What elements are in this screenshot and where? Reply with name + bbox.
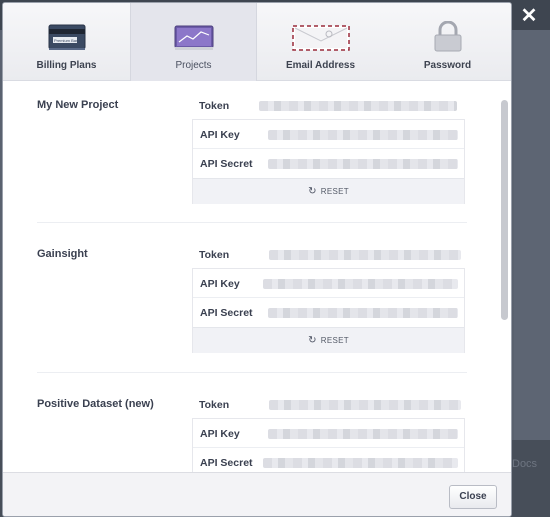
- close-icon[interactable]: ✕: [517, 4, 541, 28]
- project-card: Gainsight Token API Key API Secret ↻ RESE…: [37, 248, 467, 378]
- scrollbar-thumb[interactable]: [501, 100, 508, 320]
- api-credentials-box: API Key API Secret ↻ RESET: [192, 268, 465, 353]
- api-key-value[interactable]: [268, 429, 458, 439]
- api-secret-label: API Secret: [200, 158, 253, 170]
- project-name: My New Project: [37, 99, 119, 111]
- token-value[interactable]: [269, 250, 461, 260]
- background-panel: [514, 30, 550, 440]
- token-label: Token: [199, 249, 230, 261]
- background-docs-link: Docs: [512, 458, 538, 470]
- tab-projects[interactable]: Projects: [130, 3, 257, 81]
- tab-billing-plans-label: Billing Plans: [36, 60, 97, 71]
- api-credentials-box: API Key API Secret: [192, 418, 465, 472]
- api-credentials-box: API Key API Secret ↻ RESET: [192, 119, 465, 204]
- token-value[interactable]: [269, 400, 461, 410]
- api-key-row: API Key: [193, 120, 464, 149]
- reset-button[interactable]: ↻ RESET: [193, 327, 464, 353]
- account-settings-modal: Premium Bank Billing Plans Projects Emai…: [2, 2, 512, 517]
- api-secret-value[interactable]: [263, 458, 458, 468]
- project-name: Gainsight: [37, 248, 88, 260]
- token-label: Token: [199, 100, 230, 112]
- token-label: Token: [199, 399, 230, 411]
- api-secret-value[interactable]: [268, 308, 458, 318]
- api-key-row: API Key: [193, 419, 464, 448]
- api-key-row: API Key: [193, 269, 464, 298]
- api-key-label: API Key: [200, 278, 240, 290]
- api-key-label: API Key: [200, 129, 240, 141]
- reset-button[interactable]: ↻ RESET: [193, 178, 464, 204]
- lock-icon: [384, 20, 511, 53]
- settings-tabs: Premium Bank Billing Plans Projects Emai…: [3, 3, 511, 81]
- projects-list[interactable]: My New Project Token API Key API Secret …: [3, 82, 511, 472]
- tab-password-label: Password: [423, 60, 472, 71]
- project-card: Positive Dataset (new) Token API Key API…: [37, 398, 467, 472]
- modal-footer: Close: [3, 472, 511, 516]
- divider: [37, 372, 467, 373]
- api-secret-label: API Secret: [200, 307, 253, 319]
- api-secret-row: API Secret: [193, 149, 464, 178]
- chart-monitor-icon: [131, 21, 256, 53]
- refresh-icon: ↻: [308, 335, 317, 346]
- tab-email-address[interactable]: Email Address: [257, 3, 384, 81]
- tab-email-address-label: Email Address: [285, 60, 356, 71]
- tab-projects-label: Projects: [175, 60, 212, 71]
- divider: [37, 222, 467, 223]
- refresh-icon: ↻: [308, 186, 317, 197]
- api-secret-row: API Secret: [193, 298, 464, 327]
- api-key-value[interactable]: [268, 130, 458, 140]
- tab-billing-plans[interactable]: Premium Bank Billing Plans: [3, 3, 130, 81]
- api-secret-value[interactable]: [268, 159, 458, 169]
- credit-card-icon: Premium Bank: [3, 21, 130, 53]
- api-key-value[interactable]: [263, 279, 458, 289]
- card-icon-text: Premium Bank: [54, 38, 80, 43]
- token-value[interactable]: [259, 101, 457, 111]
- project-card: My New Project Token API Key API Secret …: [37, 99, 467, 229]
- project-name: Positive Dataset (new): [37, 398, 154, 410]
- api-key-label: API Key: [200, 428, 240, 440]
- envelope-icon: [257, 21, 384, 53]
- close-button[interactable]: Close: [449, 485, 497, 509]
- reset-label: RESET: [320, 336, 349, 345]
- api-secret-label: API Secret: [200, 457, 253, 469]
- tab-password[interactable]: Password: [384, 3, 511, 81]
- api-secret-row: API Secret: [193, 448, 464, 472]
- reset-label: RESET: [320, 187, 349, 196]
